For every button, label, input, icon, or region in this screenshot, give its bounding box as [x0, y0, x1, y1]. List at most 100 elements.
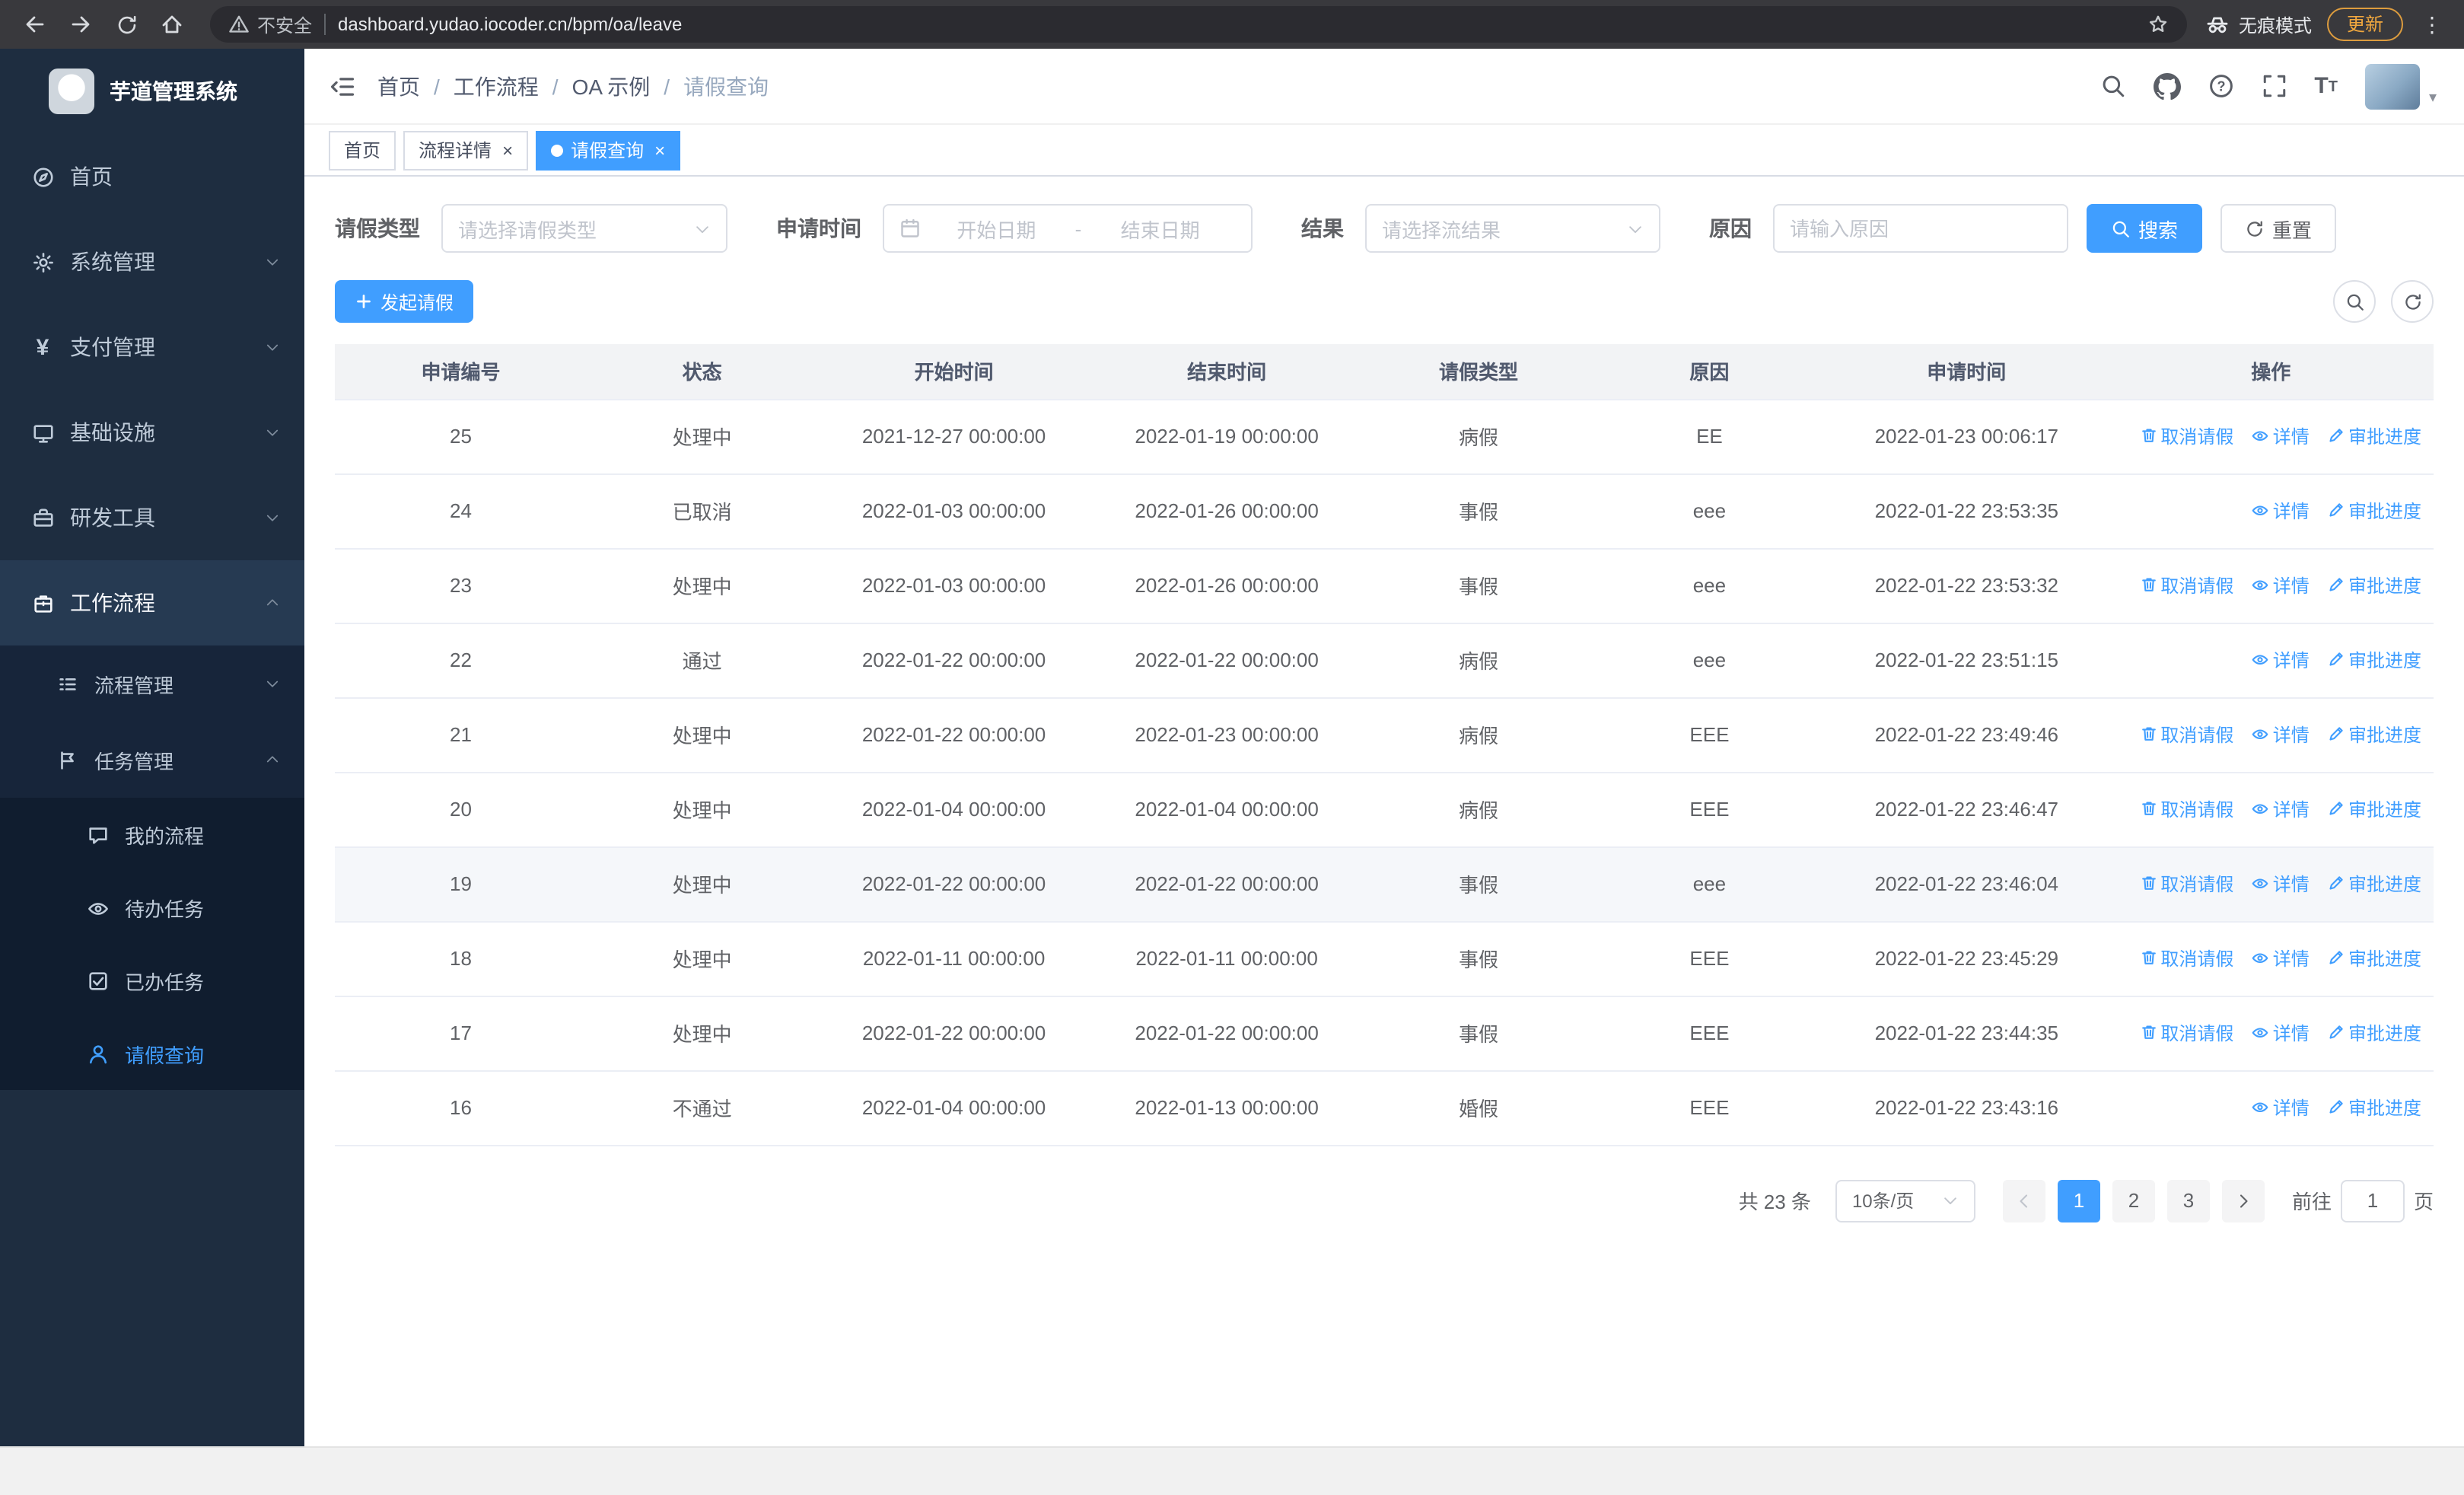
- sidebar-item-process-mgmt[interactable]: 流程管理: [0, 645, 304, 722]
- sidebar-item-workflow[interactable]: 工作流程: [0, 560, 304, 645]
- fullscreen-icon[interactable]: [2261, 73, 2287, 99]
- table-row: 16 不通过 2022-01-04 00:00:00 2022-01-13 00…: [335, 1070, 2434, 1146]
- back-icon[interactable]: [15, 5, 55, 44]
- breadcrumb-home[interactable]: 首页: [377, 71, 420, 101]
- cancel-leave-link[interactable]: 取消请假: [2139, 722, 2233, 748]
- approval-progress-link[interactable]: 审批进度: [2327, 1095, 2421, 1120]
- tag-tabbar: 首页 流程详情 × 请假查询 ×: [304, 125, 2464, 177]
- detail-link[interactable]: 详情: [2252, 722, 2310, 748]
- browser-chrome: 不安全 dashboard.yudao.iocoder.cn/bpm/oa/le…: [0, 0, 2464, 49]
- font-size-icon[interactable]: TT: [2314, 75, 2338, 97]
- column-header: 原因: [1593, 344, 1826, 400]
- pagination: 共 23 条 10条/页 1 2 3 前往 页: [335, 1179, 2434, 1222]
- sidebar-item-todo-tasks[interactable]: 待办任务: [0, 871, 304, 944]
- column-header: 操作: [2108, 344, 2434, 400]
- column-header: 申请时间: [1825, 344, 2109, 400]
- breadcrumb-workflow[interactable]: 工作流程: [454, 71, 539, 101]
- table-row: 20 处理中 2022-01-04 00:00:00 2022-01-04 00…: [335, 772, 2434, 847]
- incognito-badge: 无痕模式: [2205, 11, 2312, 37]
- sidebar-item-devtools[interactable]: 研发工具: [0, 475, 304, 560]
- chevron-down-icon: [265, 254, 280, 269]
- detail-link[interactable]: 详情: [2252, 945, 2310, 971]
- sidebar-item-payment[interactable]: ¥ 支付管理: [0, 304, 304, 390]
- reload-icon[interactable]: [107, 5, 146, 44]
- search-button[interactable]: 搜索: [2087, 204, 2203, 253]
- github-icon[interactable]: [2153, 72, 2181, 100]
- tab-home[interactable]: 首页: [329, 130, 396, 170]
- detail-link[interactable]: 详情: [2252, 572, 2310, 598]
- avatar[interactable]: [2364, 63, 2420, 109]
- sidebar-item-infra[interactable]: 基础设施: [0, 390, 304, 475]
- cancel-leave-link[interactable]: 取消请假: [2139, 1020, 2233, 1046]
- chat-icon: [85, 823, 110, 846]
- url-bar[interactable]: 不安全 dashboard.yudao.iocoder.cn/bpm/oa/le…: [210, 6, 2187, 43]
- approval-progress-link[interactable]: 审批进度: [2327, 871, 2421, 897]
- chevron-up-icon: [265, 595, 280, 610]
- result-select[interactable]: 请选择流结果: [1365, 204, 1660, 253]
- approval-progress-link[interactable]: 审批进度: [2327, 498, 2421, 524]
- approval-progress-link[interactable]: 审批进度: [2327, 722, 2421, 748]
- sidebar-item-my-process[interactable]: 我的流程: [0, 798, 304, 871]
- update-button[interactable]: 更新: [2326, 8, 2403, 41]
- sidebar-item-leave-query[interactable]: 请假查询: [0, 1017, 304, 1090]
- search-icon[interactable]: [2099, 73, 2125, 99]
- tab-process-detail[interactable]: 流程详情 ×: [403, 130, 529, 170]
- date-range-picker[interactable]: 开始日期 - 结束日期: [883, 204, 1253, 253]
- detail-link[interactable]: 详情: [2252, 796, 2310, 822]
- reason-label: 原因: [1709, 216, 1752, 241]
- sidebar-item-system[interactable]: 系统管理: [0, 219, 304, 304]
- incognito-label: 无痕模式: [2238, 14, 2312, 36]
- help-icon[interactable]: ?: [2208, 73, 2233, 99]
- approval-progress-link[interactable]: 审批进度: [2327, 423, 2421, 449]
- detail-link[interactable]: 详情: [2252, 871, 2310, 897]
- detail-link[interactable]: 详情: [2252, 1095, 2310, 1120]
- chevron-up-icon: [265, 752, 280, 767]
- approval-progress-link[interactable]: 审批进度: [2327, 945, 2421, 971]
- chevron-down-icon: [265, 339, 280, 355]
- page-button-1[interactable]: 1: [2057, 1179, 2100, 1222]
- browser-menu-icon[interactable]: ⋮: [2415, 11, 2449, 37]
- home-icon[interactable]: [152, 5, 192, 44]
- sidebar-item-home[interactable]: 首页: [0, 134, 304, 219]
- close-icon[interactable]: ×: [654, 141, 665, 159]
- tab-leave-query[interactable]: 请假查询 ×: [536, 130, 681, 170]
- cancel-leave-link[interactable]: 取消请假: [2139, 871, 2233, 897]
- cancel-leave-link[interactable]: 取消请假: [2139, 796, 2233, 822]
- next-page-button[interactable]: [2221, 1179, 2265, 1222]
- detail-link[interactable]: 详情: [2252, 423, 2310, 449]
- detail-link[interactable]: 详情: [2252, 1020, 2310, 1046]
- reason-input[interactable]: [1773, 204, 2068, 253]
- cancel-leave-link[interactable]: 取消请假: [2139, 572, 2233, 598]
- bookmark-star-icon[interactable]: [2147, 14, 2169, 35]
- close-icon[interactable]: ×: [502, 141, 513, 159]
- breadcrumb-oa[interactable]: OA 示例: [572, 71, 651, 101]
- sidebar-item-task-mgmt[interactable]: 任务管理: [0, 722, 304, 798]
- detail-link[interactable]: 详情: [2252, 498, 2310, 524]
- end-date-input[interactable]: 结束日期: [1084, 214, 1236, 243]
- page-size-select[interactable]: 10条/页: [1835, 1179, 1975, 1222]
- approval-progress-link[interactable]: 审批进度: [2327, 1020, 2421, 1046]
- forward-icon[interactable]: [61, 5, 100, 44]
- toggle-search-icon[interactable]: [2333, 280, 2376, 323]
- approval-progress-link[interactable]: 审批进度: [2327, 647, 2421, 673]
- cancel-leave-link[interactable]: 取消请假: [2139, 945, 2233, 971]
- user-icon: [85, 1042, 110, 1065]
- sidebar-collapse-icon[interactable]: [329, 72, 356, 100]
- prev-page-button[interactable]: [2002, 1179, 2045, 1222]
- cancel-leave-link[interactable]: 取消请假: [2139, 423, 2233, 449]
- approval-progress-link[interactable]: 审批进度: [2327, 572, 2421, 598]
- reset-button[interactable]: 重置: [2220, 204, 2337, 253]
- security-chip[interactable]: 不安全: [228, 11, 312, 37]
- goto-page-input[interactable]: [2340, 1179, 2405, 1222]
- page-button-2[interactable]: 2: [2112, 1179, 2155, 1222]
- detail-link[interactable]: 详情: [2252, 647, 2310, 673]
- leave-type-select[interactable]: 请选择请假类型: [441, 204, 727, 253]
- create-leave-button[interactable]: 发起请假: [335, 280, 474, 323]
- sidebar-item-done-tasks[interactable]: 已办任务: [0, 944, 304, 1017]
- approval-progress-link[interactable]: 审批进度: [2327, 796, 2421, 822]
- bottom-scrollbar-strip[interactable]: [0, 1446, 2464, 1495]
- page-button-3[interactable]: 3: [2166, 1179, 2210, 1222]
- refresh-icon[interactable]: [2391, 280, 2434, 323]
- screen: 不安全 dashboard.yudao.iocoder.cn/bpm/oa/le…: [0, 0, 2464, 1495]
- start-date-input[interactable]: 开始日期: [921, 214, 1072, 243]
